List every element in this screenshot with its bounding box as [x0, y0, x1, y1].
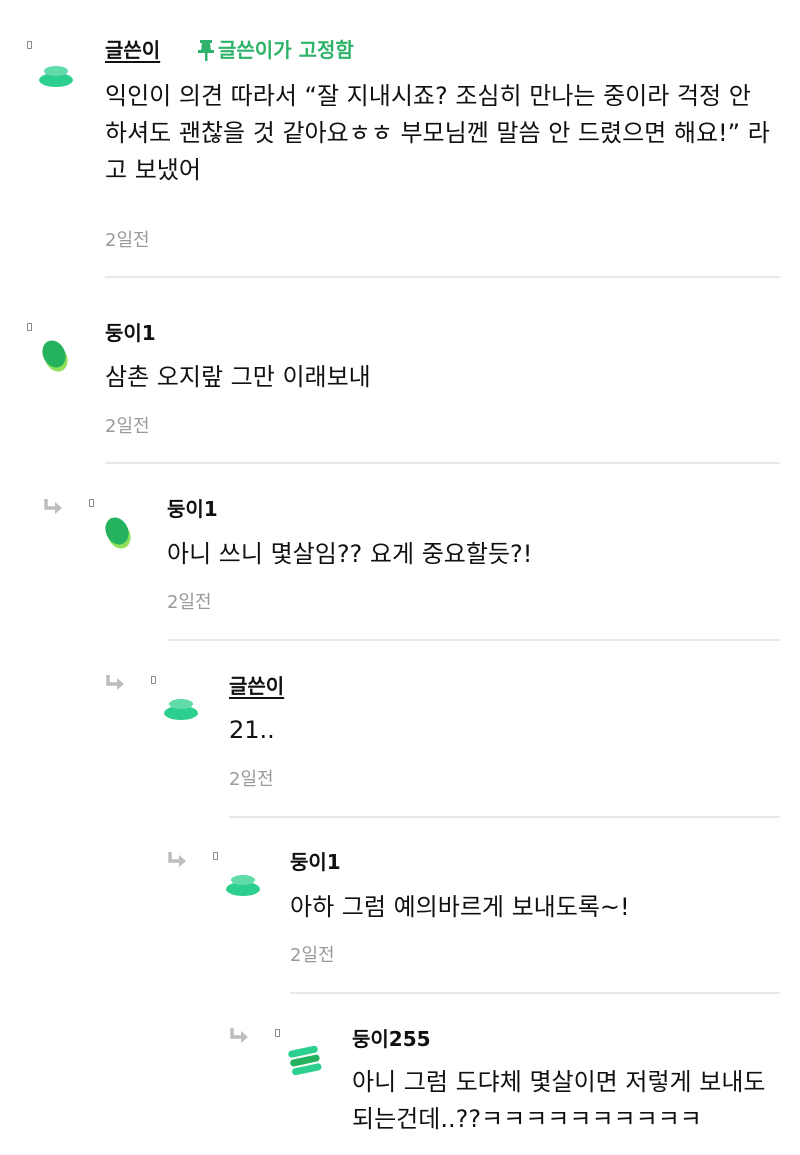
comment-author[interactable]: 둥이1 — [167, 497, 218, 521]
comment-author[interactable]: 둥이1 — [105, 321, 156, 345]
avatar-stacked-disc-icon — [39, 66, 73, 87]
comment-text: 익인이 의견 따라서 “잘 지내시죠? 조심히 만나는 중이라 걱정 안 하셔도… — [105, 82, 770, 184]
comment-divider — [229, 816, 780, 818]
comment-time: 2일전 — [290, 945, 335, 966]
user-badge-icon — [151, 676, 156, 684]
comment-text: 21.. — [229, 716, 275, 744]
comment-text: 아니 그럼 도댜체 몇살이면 저렇게 보내도 되는건데..??ㅋㅋㅋㅋㅋㅋㅋㅋㅋ… — [352, 1068, 766, 1133]
avatar-leaf-blob-icon — [42, 340, 68, 372]
avatar-stacked-stripes-icon — [288, 1045, 322, 1076]
comment-author[interactable]: 글쓴이 — [105, 38, 160, 62]
comment-time: 2일전 — [167, 592, 212, 613]
comment-divider — [167, 639, 780, 641]
comment-time: 2일전 — [229, 769, 274, 790]
reply-arrow-icon — [106, 675, 124, 690]
comment-author[interactable]: 둥이255 — [352, 1027, 431, 1051]
pin-icon — [198, 40, 214, 61]
comment-author[interactable]: 둥이1 — [290, 850, 341, 874]
user-badge-icon — [27, 41, 32, 49]
user-badge-icon — [27, 323, 32, 331]
reply-arrow-icon — [44, 499, 62, 514]
user-badge-icon — [213, 852, 218, 860]
comment-divider — [105, 462, 780, 464]
pinned-label-text: 글쓴이가 고정함 — [218, 38, 354, 62]
comment-author[interactable]: 글쓴이 — [229, 674, 284, 698]
user-badge-icon — [89, 499, 94, 507]
comment-text: 아하 그럼 예의바르게 보내도록~! — [290, 893, 630, 921]
user-badge-icon — [275, 1029, 280, 1037]
pinned-label: 글쓴이가 고정함 — [196, 38, 354, 62]
comment-text: 아니 쓰니 몇살임?? 요게 중요할듯?! — [167, 540, 533, 568]
reply-arrow-icon — [168, 852, 186, 867]
avatar-stacked-disc-icon — [226, 875, 260, 896]
comment-time: 2일전 — [105, 416, 150, 437]
comment-divider — [290, 992, 780, 994]
comment-divider — [105, 276, 780, 278]
reply-arrow-icon — [230, 1028, 248, 1043]
avatar-stacked-disc-icon — [164, 699, 198, 720]
avatar-leaf-blob-icon — [105, 517, 131, 549]
comment-text: 삼촌 오지랖 그만 이래보내 — [105, 363, 371, 391]
comment-time: 2일전 — [105, 230, 150, 251]
